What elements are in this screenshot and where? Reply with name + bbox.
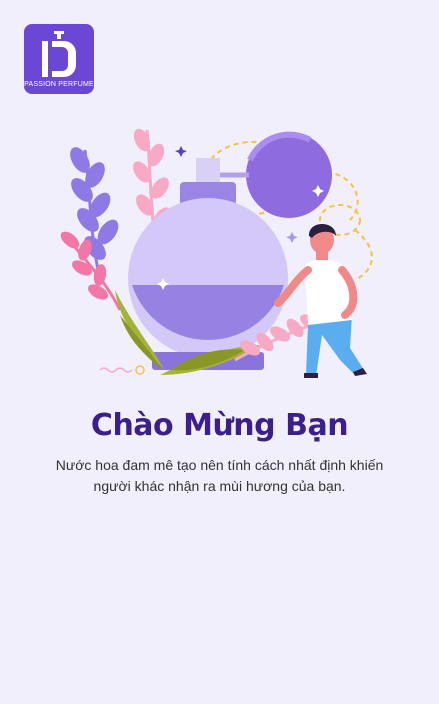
welcome-title: Chào Mừng Bạn [90,408,349,443]
brand-name: PASSION PERFUME [24,81,94,88]
man-figure [274,224,367,378]
welcome-illustration [60,128,373,378]
welcome-description: Nước hoa đam mê tạo nên tính cách nhất đ… [55,457,384,494]
brand-logo: PASSION PERFUME [24,24,94,94]
sparkle-icon [286,232,298,243]
lavender-branch [70,147,119,271]
sparkle-icon [175,146,187,157]
squiggle-decoration [99,367,133,373]
